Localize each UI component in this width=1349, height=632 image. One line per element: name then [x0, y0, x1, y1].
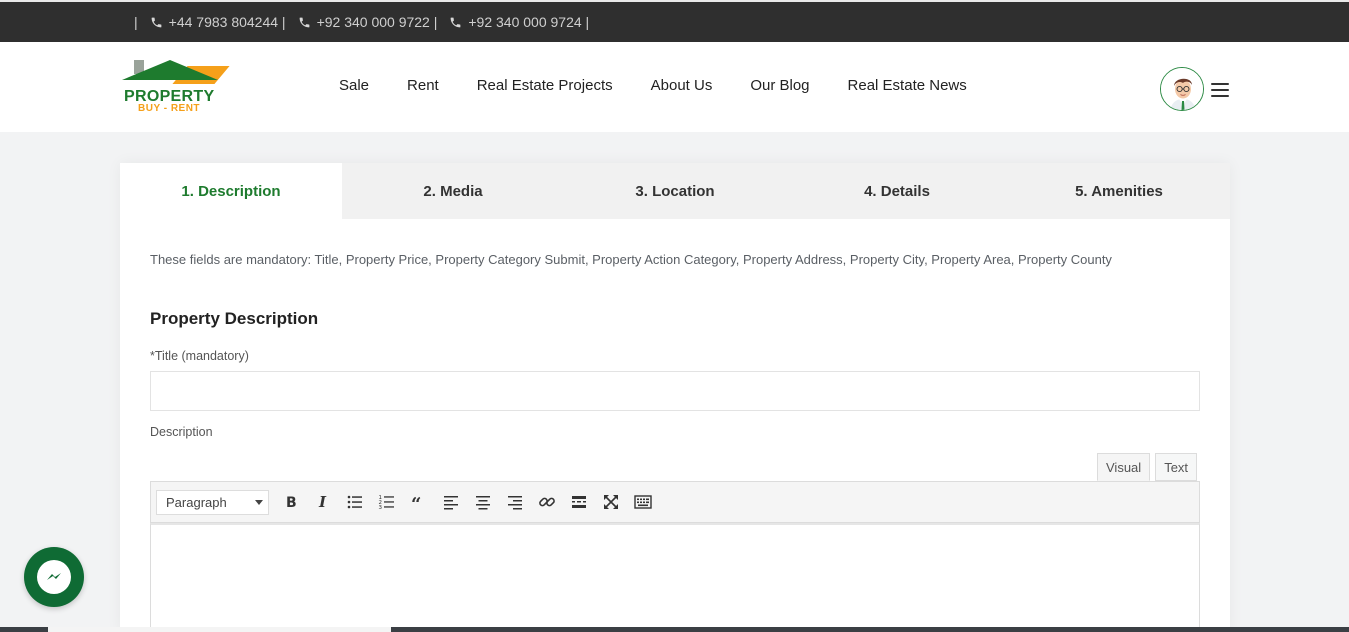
- tab-amenities[interactable]: 5. Amenities: [1008, 163, 1230, 219]
- main-nav: Sale Rent Real Estate Projects About Us …: [339, 77, 1005, 94]
- align-center-button[interactable]: [467, 488, 499, 516]
- title-label: *Title (mandatory): [150, 349, 249, 363]
- editor-toolbar: Paragraph B I 123 “: [150, 481, 1200, 523]
- numbered-list-button[interactable]: 123: [371, 488, 403, 516]
- phone-item[interactable]: +92 340 000 9722 |: [292, 14, 438, 30]
- messenger-bubble: [37, 560, 71, 594]
- phone-number: +92 340 000 9722 |: [316, 14, 438, 30]
- nav-item-our-blog[interactable]: Our Blog: [750, 77, 809, 94]
- title-input[interactable]: [150, 371, 1200, 411]
- fullscreen-button[interactable]: [595, 488, 627, 516]
- messenger-icon: [47, 573, 61, 580]
- bullet-list-button[interactable]: [339, 488, 371, 516]
- svg-text:“: “: [411, 494, 421, 511]
- svg-text:3: 3: [379, 505, 383, 511]
- align-center-icon: [476, 496, 490, 510]
- logo-word-buy-rent: BUY - RENT: [138, 103, 201, 114]
- tab-visual[interactable]: Visual: [1097, 453, 1151, 481]
- format-select[interactable]: Paragraph: [156, 489, 269, 515]
- submit-property-card: 1. Description 2. Media 3. Location 4. D…: [120, 163, 1230, 632]
- tab-location[interactable]: 3. Location: [564, 163, 786, 219]
- italic-icon: I: [318, 493, 327, 511]
- chevron-down-icon: [255, 499, 263, 505]
- tab-description[interactable]: 1. Description: [120, 163, 342, 219]
- user-avatar[interactable]: [1160, 67, 1204, 111]
- read-more-button[interactable]: [563, 488, 595, 516]
- blockquote-button[interactable]: “: [403, 488, 435, 516]
- align-left-button[interactable]: [435, 488, 467, 516]
- site-header: PROPERTY BUY - RENT Sale Rent Real Estat…: [0, 42, 1349, 132]
- menu-line: [1211, 83, 1229, 85]
- nav-item-real-estate-projects[interactable]: Real Estate Projects: [477, 77, 613, 94]
- top-contact-bar: | +44 7983 804244 | +92 340 000 9722 | +…: [0, 0, 1349, 42]
- phone-item[interactable]: +44 7983 804244 |: [144, 14, 286, 30]
- italic-button[interactable]: I: [307, 488, 339, 516]
- phone-icon: [451, 17, 461, 27]
- tab-text[interactable]: Text: [1155, 453, 1198, 481]
- menu-icon[interactable]: [1211, 83, 1229, 97]
- numbered-list-icon: 123: [379, 495, 394, 511]
- site-logo[interactable]: PROPERTY BUY - RENT: [120, 60, 230, 116]
- logo-roof-green: [122, 60, 218, 80]
- phone-icon: [299, 17, 309, 27]
- link-button[interactable]: [531, 488, 563, 516]
- format-select-value: Paragraph: [166, 494, 227, 510]
- align-right-icon: [508, 496, 522, 510]
- fullscreen-icon: [604, 495, 618, 509]
- toolbar-toggle-button[interactable]: [627, 488, 659, 516]
- bold-icon: B: [286, 495, 297, 511]
- phone-icon: [151, 17, 162, 27]
- read-more-icon: [572, 496, 586, 508]
- toolbar-toggle-icon: [634, 495, 652, 509]
- bullet-list-icon: [347, 495, 362, 509]
- blockquote-icon: “: [411, 494, 421, 511]
- section-title: Property Description: [150, 309, 319, 328]
- separator: |: [134, 14, 138, 30]
- link-icon: [539, 497, 555, 507]
- description-editor[interactable]: [150, 523, 1200, 632]
- align-left-icon: [444, 496, 458, 510]
- nav-item-about-us[interactable]: About Us: [651, 77, 713, 94]
- tab-media[interactable]: 2. Media: [342, 163, 564, 219]
- menu-line: [1211, 95, 1229, 97]
- nav-item-real-estate-news[interactable]: Real Estate News: [848, 77, 967, 94]
- nav-item-rent[interactable]: Rent: [407, 77, 439, 94]
- phone-number: +92 340 000 9724 |: [468, 14, 590, 30]
- bottom-strip-light: [48, 627, 391, 632]
- bold-button[interactable]: B: [275, 488, 307, 516]
- phone-item[interactable]: +92 340 000 9724 |: [443, 14, 589, 30]
- align-right-button[interactable]: [499, 488, 531, 516]
- nav-item-sale[interactable]: Sale: [339, 77, 369, 94]
- menu-line: [1211, 89, 1229, 91]
- bottom-strip: [0, 627, 1349, 632]
- avatar-face-icon: [1161, 68, 1203, 110]
- description-label: Description: [150, 425, 213, 439]
- step-tabs: 1. Description 2. Media 3. Location 4. D…: [120, 163, 1230, 219]
- phone-number: +44 7983 804244 |: [168, 14, 286, 30]
- messenger-chat-button[interactable]: [24, 547, 84, 607]
- mandatory-fields-notice: These fields are mandatory: Title, Prope…: [150, 252, 1112, 267]
- phone-list: | +44 7983 804244 | +92 340 000 9722 | +…: [134, 14, 595, 30]
- editor-mode-tabs: Visual Text: [1097, 453, 1198, 481]
- svg-text:B: B: [286, 495, 297, 511]
- tab-details[interactable]: 4. Details: [786, 163, 1008, 219]
- svg-text:I: I: [318, 493, 327, 511]
